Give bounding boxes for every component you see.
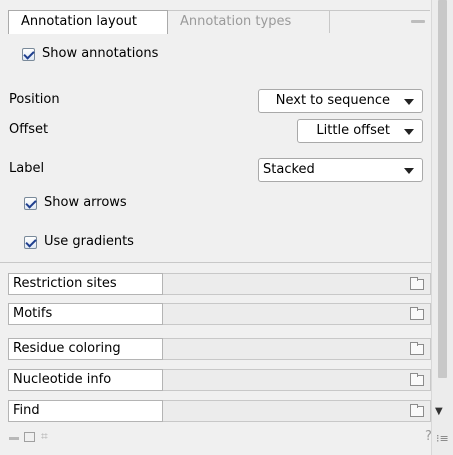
offset-dropdown[interactable]: Little offset [297,119,423,143]
side-panel: Annotation layout Annotation types Show … [0,0,432,455]
use-gradients-label: Use gradients [44,234,134,249]
section-label: Residue coloring [8,338,163,360]
label-row: Label Stacked [0,158,431,182]
label-label: Label [9,161,45,176]
dropdown-arrow-icon [404,129,414,135]
folder-icon[interactable] [410,277,424,290]
show-arrows-checkbox[interactable] [24,197,37,210]
dropdown-arrow-icon [404,168,414,174]
folder-icon[interactable] [410,404,424,417]
section-bar [163,338,431,360]
offset-row: Offset Little offset [0,119,431,143]
section-motifs[interactable]: Motifs [8,303,431,325]
offset-label: Offset [9,122,49,137]
expand-all-icon[interactable] [24,432,35,442]
collapse-all-icon[interactable] [9,437,19,440]
vertical-scrollbar[interactable]: ▼ ⁝≡ [431,0,453,455]
folder-icon[interactable] [410,342,424,355]
section-restriction-sites[interactable]: Restriction sites [8,273,431,295]
minimize-icon[interactable] [411,20,425,23]
section-nucleotide-info[interactable]: Nucleotide info [8,369,431,391]
section-residue-coloring[interactable]: Residue coloring [8,338,431,360]
annotation-layout-content: Show annotations Position Next to sequen… [0,33,431,263]
dropdown-arrow-icon [404,99,414,105]
label-value: Stacked [263,162,315,177]
position-row: Position Next to sequence [0,89,431,113]
use-gradients-checkbox[interactable] [24,236,37,249]
scrollbar-thumb[interactable] [438,0,447,378]
use-gradients-row[interactable]: Use gradients [0,231,431,255]
section-bar [163,400,431,422]
position-value: Next to sequence [275,93,390,108]
folder-icon[interactable] [410,373,424,386]
show-annotations-row[interactable]: Show annotations [0,43,431,67]
settings-grip-icon[interactable]: ⁝≡ [436,432,449,445]
show-arrows-label: Show arrows [44,195,127,210]
dock-icon[interactable]: ⌗ [41,429,48,444]
label-dropdown[interactable]: Stacked [258,158,423,182]
section-bar [163,273,431,295]
offset-value: Little offset [316,123,390,138]
tab-annotation-layout[interactable]: Annotation layout [8,10,168,34]
show-arrows-row[interactable]: Show arrows [0,192,431,216]
show-annotations-label: Show annotations [42,46,159,61]
section-label: Restriction sites [8,273,163,295]
section-label: Nucleotide info [8,369,163,391]
section-find[interactable]: Find [8,400,431,422]
position-dropdown[interactable]: Next to sequence [258,89,423,113]
folder-icon[interactable] [410,307,424,320]
section-bar [163,369,431,391]
section-label: Find [8,400,163,422]
tab-annotation-types[interactable]: Annotation types [168,10,330,34]
section-label: Motifs [8,303,163,325]
tab-bar: Annotation layout Annotation types [0,10,431,34]
section-bar [163,303,431,325]
position-label: Position [9,92,60,107]
tab-bar-filler [330,10,430,34]
scroll-down-icon[interactable]: ▼ [435,406,443,417]
bottom-toolbar: ⌗ ? [0,428,432,455]
show-annotations-checkbox[interactable] [22,48,35,61]
